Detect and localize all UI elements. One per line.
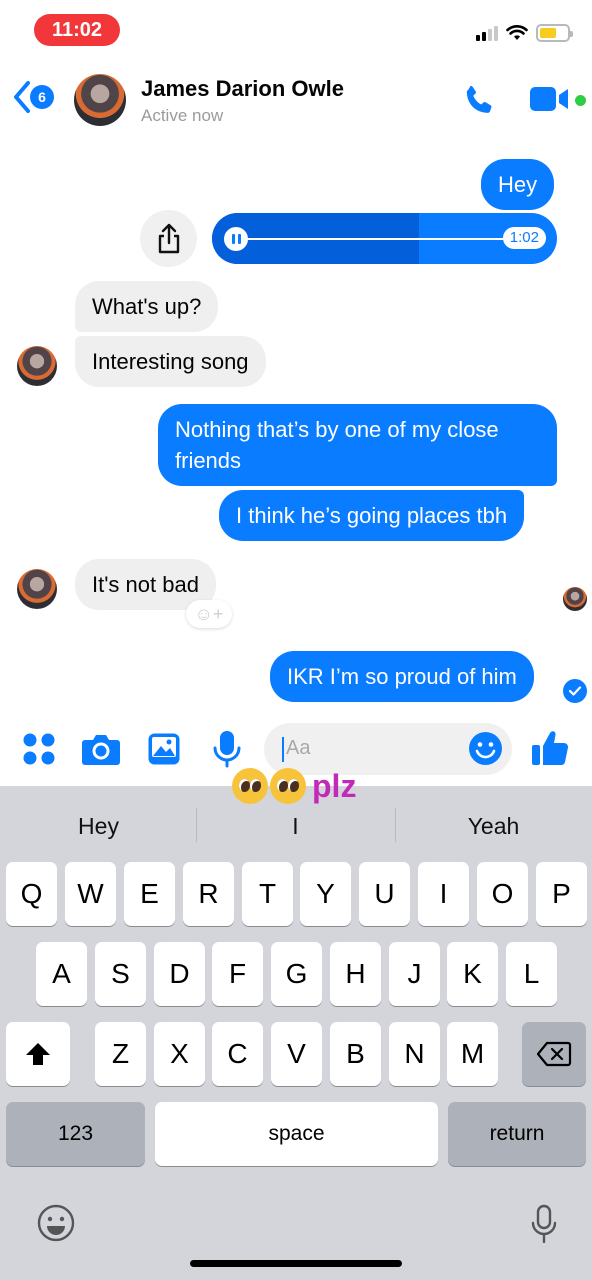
pleading-face-icon — [270, 768, 306, 804]
message-input-placeholder: Aa — [286, 737, 311, 759]
key-j[interactable]: J — [389, 942, 440, 1006]
key-m[interactable]: M — [447, 1022, 498, 1086]
key-k[interactable]: K — [447, 942, 498, 1006]
key-y[interactable]: Y — [300, 862, 351, 926]
phone-icon[interactable] — [460, 82, 498, 120]
status-time: 11:02 — [34, 14, 120, 46]
apps-grid-icon[interactable] — [22, 732, 56, 766]
key-r[interactable]: R — [183, 862, 234, 926]
seen-indicator-avatar — [563, 587, 587, 611]
chevron-left-icon — [14, 81, 30, 113]
pause-icon[interactable] — [224, 227, 248, 251]
delivered-check-icon — [563, 679, 587, 703]
signal-icon — [476, 25, 498, 41]
key-h[interactable]: H — [330, 942, 381, 1006]
key-i[interactable]: I — [418, 862, 469, 926]
key-b[interactable]: B — [330, 1022, 381, 1086]
key-e[interactable]: E — [124, 862, 175, 926]
key-l[interactable]: L — [506, 942, 557, 1006]
message-bubble-outgoing[interactable]: IKR I’m so proud of him — [270, 651, 534, 702]
battery-icon — [536, 24, 573, 42]
sticker-text: plz — [312, 768, 357, 804]
backspace-icon — [536, 1041, 572, 1067]
voice-duration: 1:02 — [502, 227, 546, 249]
pleading-face-icon — [232, 768, 268, 804]
voice-message[interactable]: 1:02 — [212, 213, 557, 264]
camera-icon[interactable] — [81, 732, 121, 766]
keyboard: Hey I Yeah Q W E R T Y U I O P A S D F G… — [0, 786, 592, 1280]
message-bubble-outgoing[interactable]: I think he’s going places tbh — [219, 490, 525, 541]
return-key[interactable]: return — [448, 1102, 586, 1166]
microphone-icon[interactable] — [212, 730, 242, 768]
message-bubble-outgoing[interactable]: Hey — [481, 159, 555, 210]
thumbs-up-icon[interactable] — [530, 728, 570, 768]
suggestion-1[interactable]: Hey — [0, 806, 197, 846]
status-icons — [476, 24, 573, 42]
key-p[interactable]: P — [536, 862, 587, 926]
message-bubble-incoming[interactable]: Interesting song — [75, 336, 266, 387]
suggestion-2[interactable]: I — [197, 806, 394, 846]
space-key[interactable]: space — [155, 1102, 438, 1166]
sender-avatar[interactable] — [17, 569, 57, 609]
key-v[interactable]: V — [271, 1022, 322, 1086]
home-indicator[interactable] — [190, 1260, 402, 1267]
emoji-icon[interactable] — [468, 731, 503, 766]
unread-badge: 6 — [30, 85, 54, 109]
conversation-header: 6 James Darion Owle Active now — [0, 70, 592, 130]
message-line: friends — [175, 448, 242, 473]
key-w[interactable]: W — [65, 862, 116, 926]
contact-avatar[interactable] — [74, 74, 126, 126]
key-s[interactable]: S — [95, 942, 146, 1006]
active-status: Active now — [141, 106, 224, 125]
message-bubble-outgoing[interactable]: Nothing that’s by one of my close friend… — [158, 404, 557, 486]
key-c[interactable]: C — [212, 1022, 263, 1086]
voice-progress-track[interactable] — [244, 238, 505, 240]
back-button[interactable]: 6 — [12, 80, 54, 114]
share-button[interactable] — [140, 210, 197, 267]
text-sticker-overlay: plz — [232, 768, 356, 804]
gallery-icon[interactable] — [147, 732, 181, 766]
sender-avatar[interactable] — [17, 346, 57, 386]
online-indicator — [575, 95, 586, 106]
message-bubble-incoming[interactable]: What's up? — [75, 281, 219, 332]
key-t[interactable]: T — [242, 862, 293, 926]
smiley-plus-icon: ☺+ — [194, 603, 224, 624]
message-line: Nothing that’s by one of my close — [175, 417, 499, 442]
key-n[interactable]: N — [389, 1022, 440, 1086]
shift-key[interactable] — [6, 1022, 70, 1086]
video-call-icon[interactable] — [528, 84, 572, 114]
key-u[interactable]: U — [359, 862, 410, 926]
key-q[interactable]: Q — [6, 862, 57, 926]
wifi-icon — [506, 25, 528, 40]
key-x[interactable]: X — [154, 1022, 205, 1086]
key-z[interactable]: Z — [95, 1022, 146, 1086]
contact-name[interactable]: James Darion Owle — [141, 76, 344, 102]
share-icon — [158, 223, 179, 253]
emoji-keyboard-icon[interactable] — [36, 1203, 76, 1243]
text-caret — [282, 737, 284, 762]
key-a[interactable]: A — [36, 942, 87, 1006]
key-d[interactable]: D — [154, 942, 205, 1006]
suggestion-3[interactable]: Yeah — [395, 806, 592, 846]
dictation-mic-icon[interactable] — [530, 1204, 558, 1244]
shift-icon — [26, 1043, 50, 1065]
key-g[interactable]: G — [271, 942, 322, 1006]
add-reaction-button[interactable]: ☺+ — [186, 600, 232, 628]
key-o[interactable]: O — [477, 862, 528, 926]
numbers-key[interactable]: 123 — [6, 1102, 145, 1166]
key-f[interactable]: F — [212, 942, 263, 1006]
delete-key[interactable] — [522, 1022, 586, 1086]
